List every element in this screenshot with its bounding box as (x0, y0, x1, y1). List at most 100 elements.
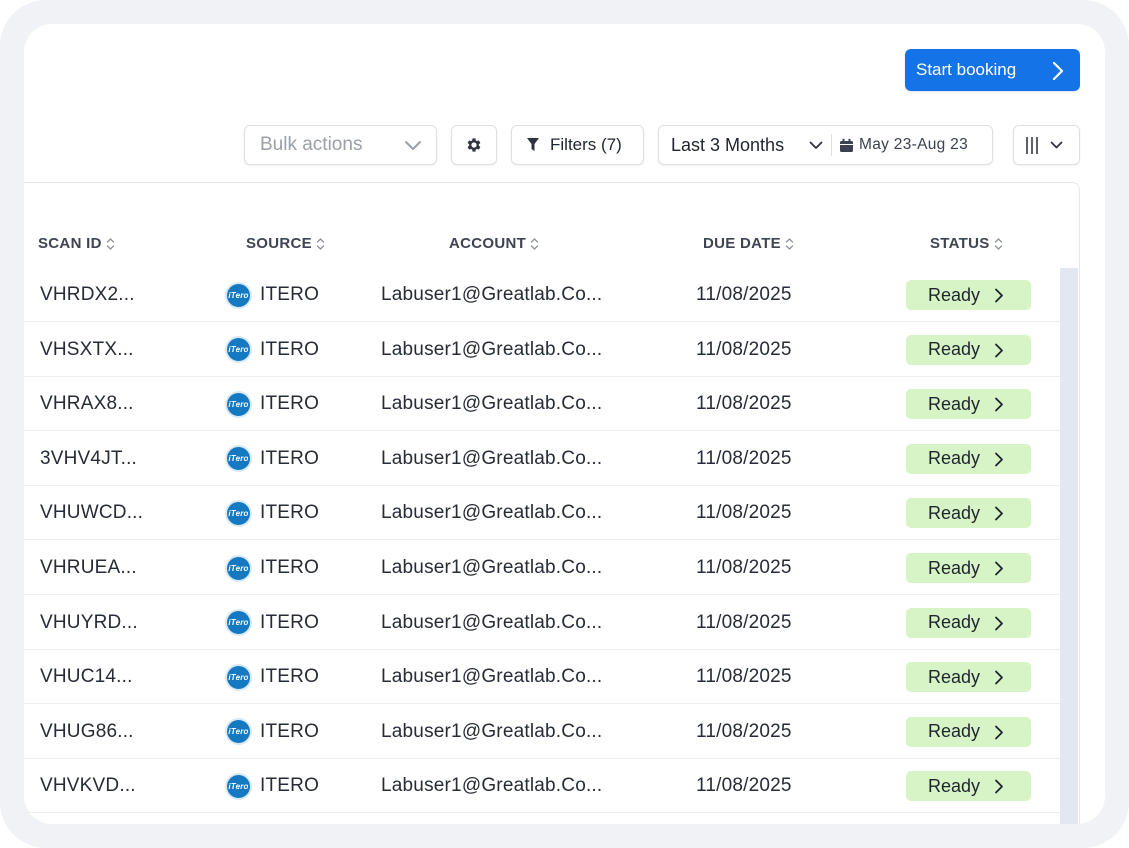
status-ready-button[interactable]: Ready (906, 443, 1031, 474)
itero-logo-icon: iTero (225, 336, 252, 364)
gear-icon (467, 138, 481, 152)
itero-logo-icon: iTero (225, 445, 252, 473)
chevron-right-icon (995, 725, 1003, 740)
due-date-cell: 11/08/2025 (696, 775, 792, 797)
status-ready-button[interactable]: Ready (906, 389, 1031, 420)
chevron-right-icon (1052, 61, 1064, 81)
due-date-cell: 11/08/2025 (696, 557, 792, 578)
scan-id-cell: VHUYRD... (40, 611, 138, 633)
table-row[interactable]: VHSXTX... iTero ITERO Labuser1@Greatlab.… (24, 323, 1060, 377)
start-booking-button[interactable]: Start booking (905, 49, 1080, 91)
due-date-cell: 11/08/2025 (696, 666, 792, 688)
status-label: Ready (928, 284, 981, 305)
scan-id-cell: VHUG86... (40, 720, 134, 742)
date-range-preset-select[interactable]: Last 3 Months (659, 126, 829, 164)
account-cell: Labuser1@Greatlab.Co... (381, 666, 603, 688)
source-text: ITERO (260, 611, 320, 633)
source-cell: iTero ITERO (225, 486, 319, 540)
chevron-right-icon (995, 343, 1003, 357)
table-row[interactable]: 3VHV4JT... iTero ITERO Labuser1@Greatlab… (24, 432, 1060, 486)
table-row[interactable]: VHUC14... iTero ITERO Labuser1@Greatlab.… (24, 650, 1060, 705)
header-scan-id-label: SCAN ID (38, 235, 102, 252)
scan-id-cell: VHSXTX... (40, 338, 134, 360)
account-cell: Labuser1@Greatlab.Co... (381, 557, 603, 578)
table-row[interactable]: VHUWCD... iTero ITERO Labuser1@Greatlab.… (24, 486, 1060, 541)
header-scan-id[interactable]: SCAN ID (38, 235, 115, 252)
source-cell: iTero ITERO (225, 432, 319, 486)
source-text: ITERO (260, 775, 320, 797)
table-row[interactable]: VHRUEA... iTero ITERO Labuser1@Greatlab.… (24, 541, 1060, 595)
due-date-cell: 11/08/2025 (696, 611, 792, 633)
chevron-right-icon (995, 670, 1003, 685)
source-text: ITERO (260, 502, 320, 524)
due-date-cell: 11/08/2025 (696, 720, 792, 742)
sort-icon (530, 237, 539, 250)
status-ready-button[interactable]: Ready (906, 553, 1031, 583)
sort-icon (785, 237, 794, 250)
status-label: Ready (928, 775, 981, 796)
chevron-right-icon (995, 779, 1003, 794)
status-label: Ready (928, 339, 981, 360)
header-source-label: SOURCE (246, 235, 312, 252)
source-cell: iTero ITERO (225, 377, 319, 431)
window-frame: Start booking Bulk actions Filters (7) L… (0, 0, 1129, 848)
source-text: ITERO (260, 338, 320, 360)
status-label: Ready (928, 448, 981, 469)
itero-logo-icon: iTero (225, 390, 252, 418)
columns-toggle-button[interactable] (1013, 125, 1080, 165)
source-text: ITERO (260, 284, 320, 305)
itero-logo-icon: iTero (225, 609, 252, 637)
status-ready-button[interactable]: Ready (906, 716, 1031, 747)
header-status[interactable]: STATUS (930, 235, 1003, 252)
table-row[interactable]: VHUG86... iTero ITERO Labuser1@Greatlab.… (24, 705, 1060, 759)
account-cell: Labuser1@Greatlab.Co... (381, 611, 603, 633)
source-cell: iTero ITERO (225, 541, 319, 595)
bulk-actions-placeholder: Bulk actions (260, 134, 363, 155)
header-source[interactable]: SOURCE (246, 235, 325, 252)
scan-id-cell: VHRUEA... (40, 557, 137, 578)
bulk-actions-select[interactable]: Bulk actions (244, 125, 437, 165)
itero-logo-icon: iTero (225, 663, 252, 691)
date-range-picker[interactable]: Last 3 Months May 23-Aug 23 (658, 125, 993, 165)
status-ready-button[interactable]: Ready (906, 662, 1031, 693)
header-account[interactable]: ACCOUNT (449, 235, 539, 252)
table-row[interactable]: VHRAX8... iTero ITERO Labuser1@Greatlab.… (24, 377, 1060, 432)
chevron-right-icon (995, 397, 1003, 412)
source-text: ITERO (260, 666, 320, 688)
chevron-down-icon (405, 141, 421, 150)
table-row[interactable]: VHVKVD... iTero ITERO Labuser1@Greatlab.… (24, 759, 1060, 814)
status-ready-button[interactable]: Ready (906, 280, 1031, 310)
scan-id-cell: VHRDX2... (40, 284, 135, 305)
table-row[interactable]: VHUYRD... iTero ITERO Labuser1@Greatlab.… (24, 596, 1060, 650)
header-status-label: STATUS (930, 235, 990, 252)
scan-id-cell: 3VHV4JT... (40, 447, 138, 469)
account-cell: Labuser1@Greatlab.Co... (381, 447, 603, 469)
due-date-cell: 11/08/2025 (696, 284, 792, 305)
status-label: Ready (928, 612, 981, 633)
status-ready-button[interactable]: Ready (906, 334, 1031, 365)
due-date-cell: 11/08/2025 (696, 393, 792, 415)
source-cell: iTero ITERO (225, 268, 319, 322)
itero-logo-icon: iTero (225, 554, 252, 582)
columns-icon (1026, 136, 1038, 154)
itero-logo-icon: iTero (225, 772, 252, 800)
status-ready-button[interactable]: Ready (906, 607, 1031, 638)
date-range-dates: May 23-Aug 23 (859, 136, 969, 153)
chevron-right-icon (995, 506, 1003, 521)
status-label: Ready (928, 721, 981, 742)
source-text: ITERO (260, 557, 320, 578)
settings-button[interactable] (451, 125, 497, 165)
account-cell: Labuser1@Greatlab.Co... (381, 775, 603, 797)
calendar-icon (840, 138, 853, 152)
chevron-down-icon (809, 141, 823, 149)
status-ready-button[interactable]: Ready (906, 498, 1031, 529)
account-cell: Labuser1@Greatlab.Co... (381, 393, 603, 415)
header-due-date[interactable]: DUE DATE (703, 235, 794, 252)
scan-id-cell: VHVKVD... (40, 775, 136, 797)
divider (831, 134, 832, 156)
filters-button[interactable]: Filters (7) (511, 125, 644, 165)
status-ready-button[interactable]: Ready (906, 771, 1031, 802)
source-text: ITERO (260, 393, 320, 415)
table-scrollbar[interactable] (1060, 268, 1078, 824)
table-row[interactable]: VHRDX2... iTero ITERO Labuser1@Greatlab.… (24, 268, 1060, 322)
